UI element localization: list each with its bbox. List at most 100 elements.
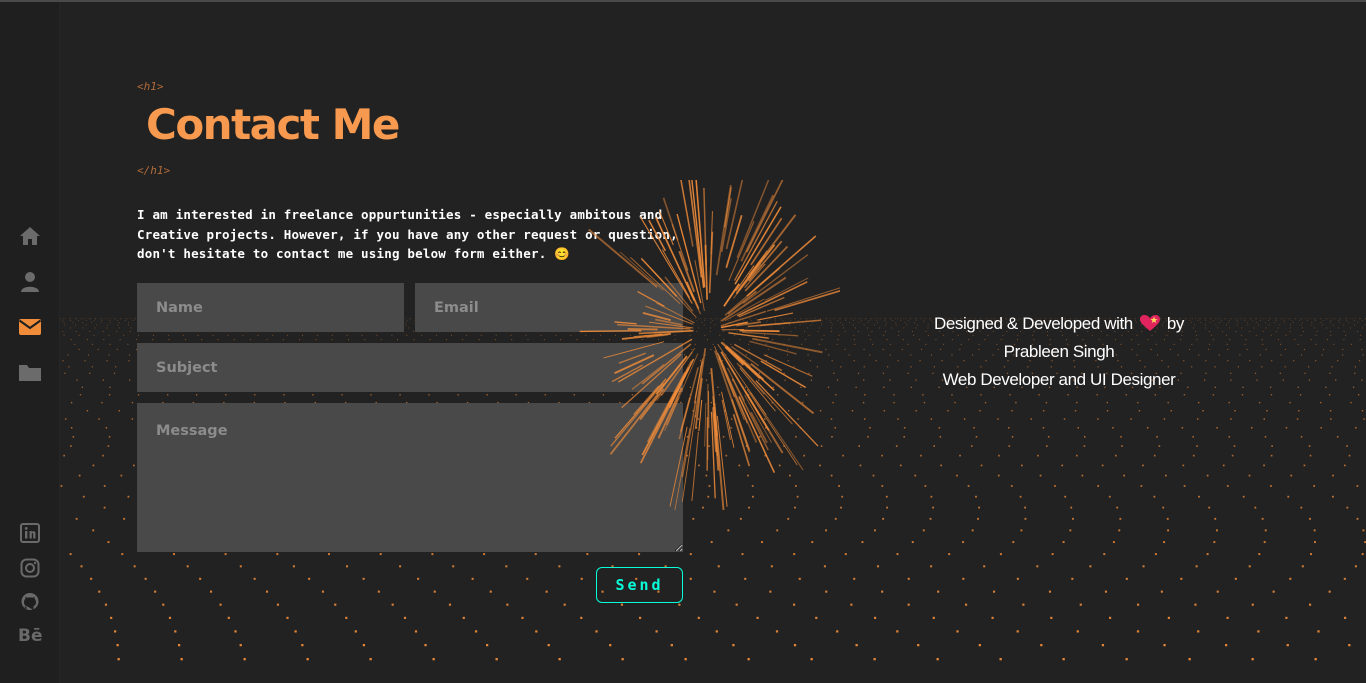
background-dot (478, 339, 480, 341)
background-dot (105, 427, 108, 429)
background-dot (91, 343, 93, 345)
background-dot (688, 320, 690, 321)
background-dot (1266, 410, 1268, 412)
background-dot (118, 327, 120, 329)
background-dot (1280, 318, 1281, 319)
background-dot (973, 427, 975, 429)
background-dot (108, 334, 110, 336)
background-dot (168, 339, 170, 341)
envelope-icon[interactable] (18, 315, 42, 339)
name-input[interactable] (137, 283, 404, 332)
background-dot (1069, 529, 1072, 532)
background-dot (131, 418, 134, 420)
background-dot (308, 577, 311, 580)
background-dot (1146, 427, 1149, 429)
background-dot (971, 445, 973, 447)
background-dot (543, 339, 545, 341)
background-dot (836, 379, 839, 381)
background-dot (80, 565, 83, 568)
background-dot (863, 324, 865, 326)
background-dot (808, 334, 810, 336)
subject-input[interactable] (137, 343, 683, 392)
background-dot (1268, 324, 1270, 326)
background-dot (1247, 324, 1249, 326)
behance-icon[interactable]: Bē (18, 626, 43, 646)
background-dot (820, 318, 821, 320)
background-dot (869, 354, 871, 356)
background-dot (709, 372, 711, 374)
background-dot (697, 418, 700, 420)
email-input[interactable] (415, 283, 683, 332)
background-dot (1119, 517, 1122, 520)
background-dot (707, 339, 709, 341)
background-dot (1300, 318, 1301, 319)
background-dot (93, 334, 95, 336)
background-dot (810, 658, 813, 661)
background-dot (116, 331, 118, 332)
background-dot (765, 343, 767, 345)
background-dot (95, 318, 96, 320)
background-dot (117, 324, 119, 326)
background-dot (621, 658, 624, 661)
background-dot (862, 401, 865, 404)
background-dot (405, 318, 406, 319)
message-textarea[interactable] (137, 403, 683, 552)
background-dot (745, 354, 747, 356)
background-dot (345, 616, 348, 619)
background-dot (915, 410, 917, 412)
background-dot (1330, 318, 1331, 319)
home-icon[interactable] (18, 224, 42, 248)
background-dot (405, 324, 407, 326)
instagram-icon[interactable] (20, 558, 40, 578)
background-dot (75, 318, 77, 320)
background-dot (299, 339, 301, 341)
background-dot (1362, 529, 1365, 532)
background-dot (788, 410, 790, 412)
user-icon[interactable] (18, 270, 42, 294)
send-button[interactable]: Send (596, 567, 683, 603)
background-dot (696, 331, 698, 332)
background-dot (1061, 464, 1064, 467)
background-dot (1125, 577, 1128, 580)
background-dot (133, 464, 135, 467)
background-dot (1282, 379, 1284, 381)
background-dot (820, 445, 823, 447)
background-dot (764, 334, 765, 336)
background-dot (103, 339, 105, 341)
background-dot (723, 339, 725, 341)
background-dot (1015, 401, 1017, 404)
background-dot (875, 318, 876, 319)
background-dot (1183, 394, 1186, 396)
background-dot (1300, 506, 1303, 509)
background-dot (1313, 529, 1316, 532)
background-dot (167, 334, 169, 336)
background-dot (813, 320, 815, 321)
background-dot (1016, 630, 1019, 633)
background-dot (186, 565, 189, 568)
background-dot (868, 334, 870, 336)
linkedin-icon[interactable] (20, 523, 40, 543)
background-dot (732, 379, 734, 381)
background-dot (98, 418, 100, 420)
background-dot (110, 318, 111, 319)
background-dot (445, 339, 447, 341)
background-dot (947, 410, 949, 412)
background-dot (764, 418, 766, 420)
background-dot (535, 630, 538, 633)
background-dot (730, 318, 731, 319)
background-dot (380, 339, 382, 341)
github-icon[interactable] (20, 592, 40, 612)
background-dot (254, 394, 256, 396)
background-dot (1289, 331, 1291, 332)
background-dot (152, 339, 154, 341)
background-dot (85, 320, 87, 321)
background-dot (1047, 436, 1050, 438)
background-dot (1343, 577, 1346, 580)
folder-icon[interactable] (18, 360, 42, 384)
background-dot (133, 565, 136, 568)
background-dot (1279, 372, 1281, 374)
background-dot (823, 565, 826, 568)
background-dot (79, 394, 82, 396)
background-dot (102, 379, 104, 381)
background-dot (827, 386, 830, 389)
